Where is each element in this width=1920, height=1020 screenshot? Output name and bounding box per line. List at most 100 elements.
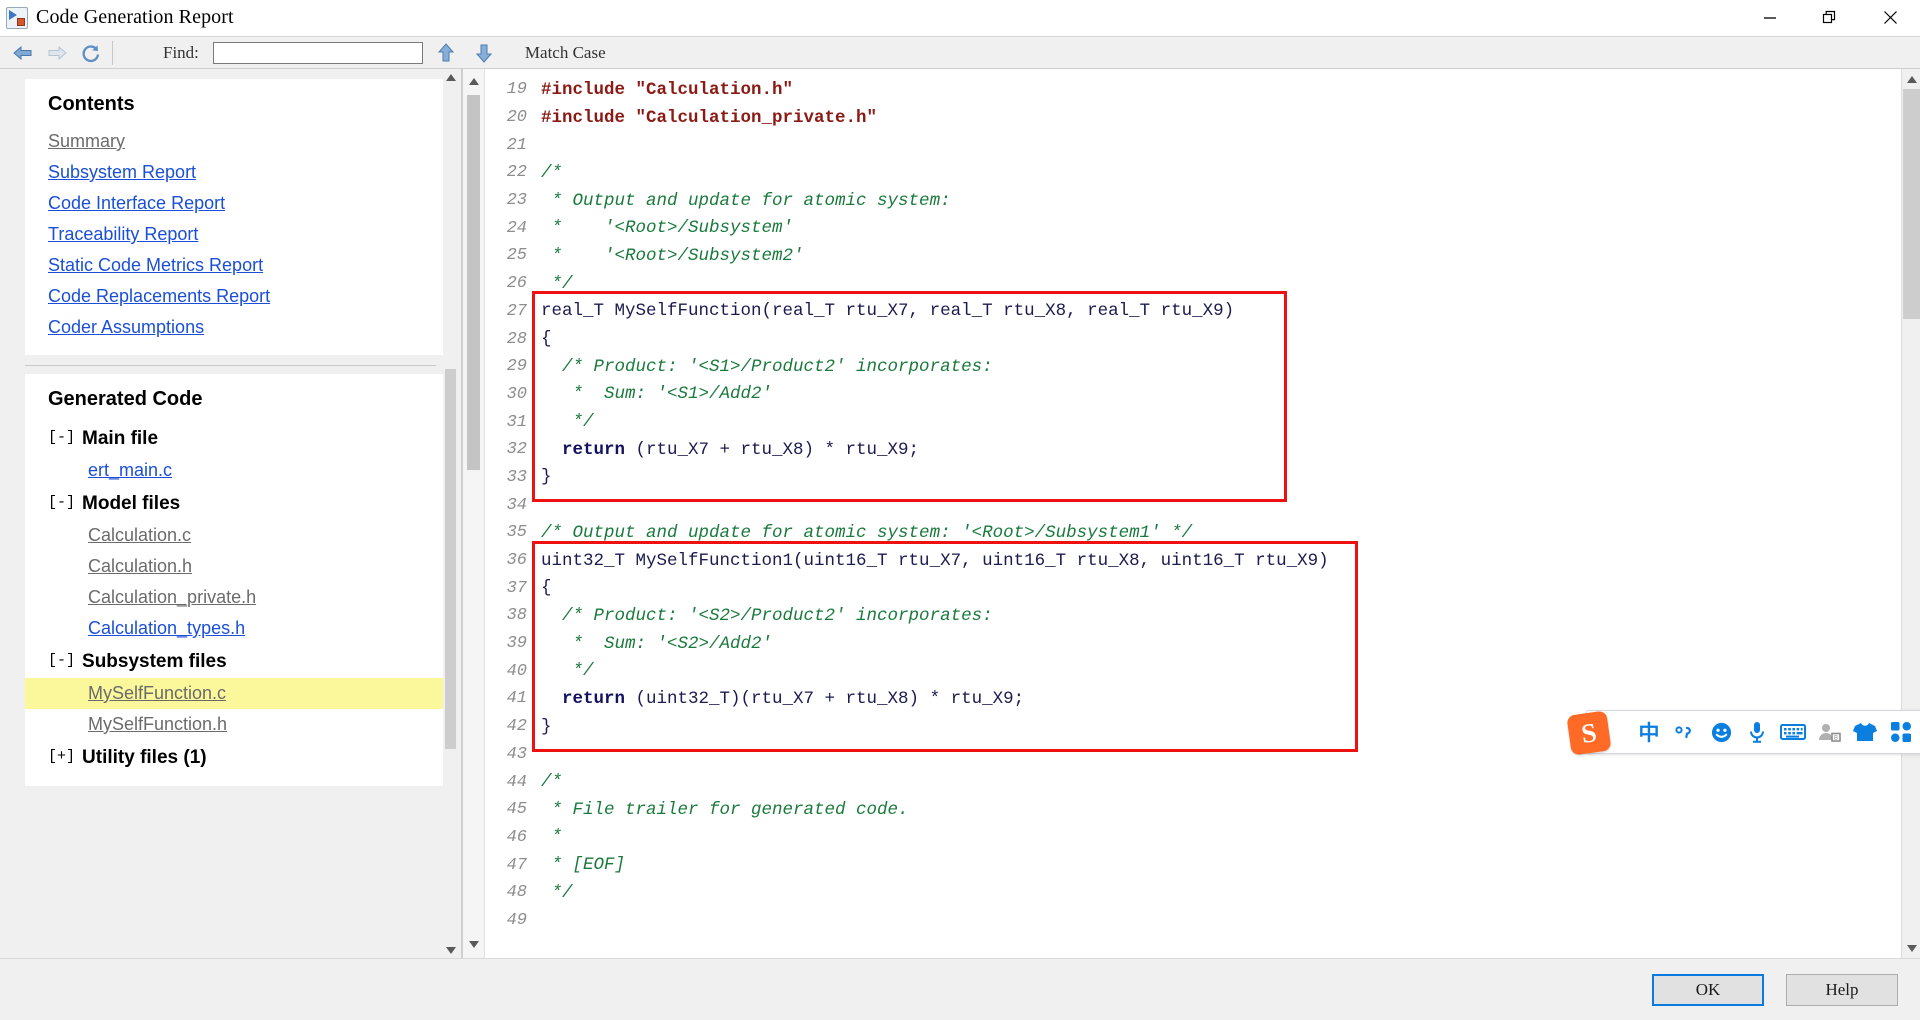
file-link-calculation-c[interactable]: Calculation.c bbox=[25, 520, 453, 551]
ok-button[interactable]: OK bbox=[1652, 973, 1764, 1006]
line-number: 46 bbox=[506, 827, 527, 847]
forward-arrow-icon bbox=[48, 45, 67, 60]
user-account-icon[interactable]: B bbox=[1811, 713, 1847, 751]
minimize-button[interactable] bbox=[1740, 0, 1800, 36]
code-line-text: */ bbox=[541, 274, 573, 294]
code-token: */ bbox=[541, 882, 573, 903]
sidebar-link-traceability-report[interactable]: Traceability Report bbox=[25, 219, 453, 250]
skin-shirt-icon[interactable] bbox=[1847, 713, 1883, 751]
file-link-myselffunction-h[interactable]: MySelfFunction.h bbox=[25, 709, 453, 740]
window-scroll-down-button[interactable] bbox=[1903, 939, 1920, 957]
code-line: 34 bbox=[485, 491, 1901, 519]
match-case-label[interactable]: Match Case bbox=[525, 43, 606, 63]
code-line: 40 */ bbox=[485, 657, 1901, 685]
code-line: 41 return (uint32_T)(rtu_X7 + rtu_X8) * … bbox=[485, 685, 1901, 713]
code-token: return bbox=[541, 439, 626, 460]
window-scroll-thumb[interactable] bbox=[1903, 89, 1920, 319]
tree-group-subsystem-files[interactable]: [-] Subsystem files bbox=[25, 644, 453, 678]
window-scroll-up-button[interactable] bbox=[1903, 70, 1920, 88]
code-token: { bbox=[541, 329, 552, 350]
collapse-toggle-icon[interactable]: [-] bbox=[48, 652, 75, 669]
sidebar-link-static-code-metrics-report[interactable]: Static Code Metrics Report bbox=[25, 250, 453, 281]
sidebar-link-subsystem-report[interactable]: Subsystem Report bbox=[25, 157, 453, 188]
tree-group-label: Subsystem files bbox=[82, 651, 227, 672]
code-line: 19 #include "Calculation.h" bbox=[485, 76, 1901, 104]
file-link-ert-main-c[interactable]: ert_main.c bbox=[25, 455, 453, 486]
forward-button[interactable] bbox=[40, 39, 74, 67]
sidebar-scroll-up-button[interactable] bbox=[443, 69, 458, 85]
code-token: uint32_T MySelfFunction1(uint16_T rtu_X7… bbox=[541, 550, 1329, 571]
restore-button[interactable] bbox=[1800, 0, 1860, 36]
window-scrollbar[interactable] bbox=[1901, 69, 1920, 958]
sidebar-link-code-replacements-report[interactable]: Code Replacements Report bbox=[25, 281, 453, 312]
sidebar-scrollbar[interactable] bbox=[443, 69, 459, 958]
close-button[interactable] bbox=[1860, 0, 1920, 36]
keyboard-icon[interactable] bbox=[1775, 713, 1811, 751]
minimize-icon bbox=[1764, 16, 1776, 19]
tree-group-utility-files-1-[interactable]: [+] Utility files (1) bbox=[25, 740, 453, 774]
emoji-icon[interactable] bbox=[1703, 713, 1739, 751]
collapse-toggle-icon[interactable]: [-] bbox=[48, 494, 75, 511]
code-scroll-down-button[interactable] bbox=[466, 936, 482, 952]
tree-group-model-files[interactable]: [-] Model files bbox=[25, 486, 453, 520]
punctuation-glyph bbox=[1675, 726, 1691, 739]
sidebar-link-code-interface-report[interactable]: Code Interface Report bbox=[25, 188, 453, 219]
code-line: 25 * '<Root>/Subsystem2' bbox=[485, 242, 1901, 270]
code-line: 26 */ bbox=[485, 270, 1901, 298]
file-link-calculation-h[interactable]: Calculation.h bbox=[25, 551, 453, 582]
sidebar-scroll-thumb[interactable] bbox=[445, 369, 456, 749]
code-scrollbar[interactable] bbox=[463, 69, 485, 958]
expand-toggle-icon[interactable]: [+] bbox=[48, 748, 75, 765]
code-line: 49 bbox=[485, 907, 1901, 935]
punctuation-mode-icon[interactable] bbox=[1667, 713, 1703, 751]
sidebar-scroll-down-button[interactable] bbox=[443, 942, 458, 958]
toolbox-grid-icon[interactable] bbox=[1883, 713, 1919, 751]
line-number: 39 bbox=[506, 634, 527, 654]
code-scroll-thumb[interactable] bbox=[467, 95, 480, 470]
source-code-listing[interactable]: 19 #include "Calculation.h" 20 #include "Ca… bbox=[485, 69, 1901, 958]
user-glyph: B bbox=[1819, 724, 1841, 742]
find-label: Find: bbox=[163, 42, 199, 62]
back-button[interactable] bbox=[6, 39, 40, 67]
code-line: 39 * Sum: '<S2>/Add2' bbox=[485, 630, 1901, 658]
tree-group-main-file[interactable]: [-] Main file bbox=[25, 421, 453, 455]
code-line: 33} bbox=[485, 464, 1901, 492]
code-line-text: * Sum: '<S1>/Add2' bbox=[541, 384, 773, 404]
find-previous-button[interactable] bbox=[431, 39, 461, 67]
contents-panel: Contents Summary Subsystem Report Code Int… bbox=[25, 79, 453, 355]
chinese-mode-icon[interactable]: 中 bbox=[1631, 713, 1667, 751]
tshirt-glyph bbox=[1853, 723, 1877, 741]
line-number: 37 bbox=[506, 578, 527, 598]
microphone-icon[interactable] bbox=[1739, 713, 1775, 751]
code-line: 24 * '<Root>/Subsystem' bbox=[485, 214, 1901, 242]
sogou-logo-icon[interactable]: S bbox=[1566, 710, 1612, 756]
code-scroll-up-button[interactable] bbox=[466, 73, 482, 89]
sidebar-link-coder-assumptions[interactable]: Coder Assumptions bbox=[25, 312, 453, 343]
file-link-myselffunction-c[interactable]: MySelfFunction.c bbox=[25, 678, 453, 709]
code-line-text: * '<Root>/Subsystem' bbox=[541, 218, 794, 238]
sidebar-link-summary[interactable]: Summary bbox=[25, 126, 453, 157]
help-button[interactable]: Help bbox=[1786, 973, 1898, 1006]
collapse-toggle-icon[interactable]: [-] bbox=[48, 429, 75, 446]
reload-button[interactable] bbox=[74, 39, 108, 67]
sogou-ime-toolbar[interactable]: S 中 B bbox=[1566, 710, 1920, 756]
file-link-calculation-private-h[interactable]: Calculation_private.h bbox=[25, 582, 453, 613]
code-line: 47 * [EOF] bbox=[485, 851, 1901, 879]
line-number: 44 bbox=[506, 772, 527, 792]
line-number: 41 bbox=[506, 689, 527, 709]
code-line-text: */ bbox=[541, 412, 594, 432]
file-link-calculation-types-h[interactable]: Calculation_types.h bbox=[25, 613, 453, 644]
code-line-text: * File trailer for generated code. bbox=[541, 800, 909, 820]
search-input[interactable] bbox=[212, 41, 423, 64]
code-token: /* bbox=[541, 162, 563, 183]
code-token: return bbox=[541, 688, 626, 709]
line-number: 34 bbox=[506, 495, 527, 515]
line-number: 30 bbox=[506, 384, 527, 404]
code-token: /* Product: '<S1>/Product2' incorporates… bbox=[541, 356, 993, 377]
line-number: 43 bbox=[506, 744, 527, 764]
code-line: 22 /* bbox=[485, 159, 1901, 187]
line-number: 26 bbox=[506, 274, 527, 294]
grid-glyph bbox=[1891, 722, 1911, 742]
find-next-button[interactable] bbox=[469, 39, 499, 67]
line-number: 31 bbox=[506, 412, 527, 432]
